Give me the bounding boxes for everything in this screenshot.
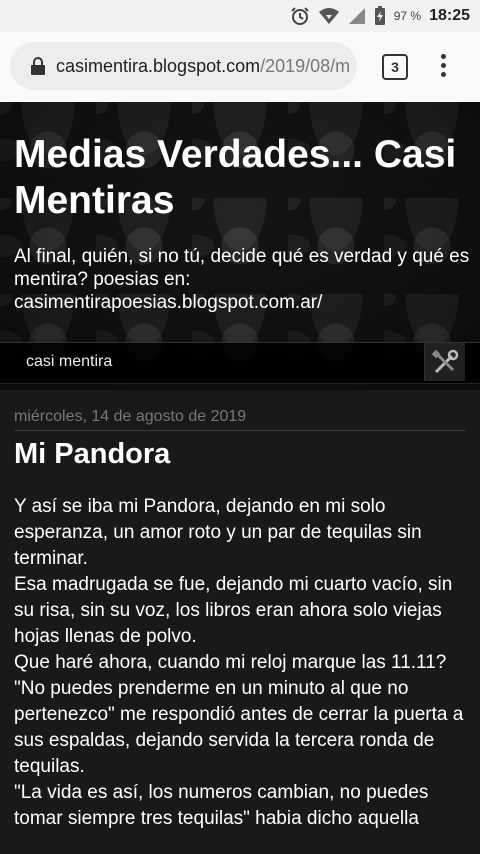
clock: 18:25: [429, 7, 470, 24]
post-paragraph: "No puedes prenderme en un minuto al que…: [14, 678, 464, 777]
signal-icon: [348, 8, 365, 24]
battery-charging-icon: [374, 6, 385, 25]
browser-toolbar: casimentira.blogspot.com/2019/08/m 3: [0, 32, 480, 102]
post-date: miércoles, 14 de agosto de 2019: [14, 408, 247, 425]
post-body: Y así se iba mi Pandora, dejando en mi s…: [14, 494, 470, 832]
date-divider: [14, 430, 466, 431]
wrench-screwdriver-icon[interactable]: [424, 343, 465, 381]
battery-percent: 97 %: [393, 9, 422, 23]
post-paragraph: Esa madrugada se fue, dejando mi cuarto …: [14, 574, 453, 647]
blog-nav: casi mentira: [0, 342, 480, 384]
blog-post: miércoles, 14 de agosto de 2019 Mi Pando…: [0, 390, 480, 854]
blog-description: Al final, quién, si no tú, decide qué es…: [14, 246, 470, 313]
post-paragraph: Que haré ahora, cuando mi reloj marque l…: [14, 652, 447, 673]
address-bar[interactable]: casimentira.blogspot.com/2019/08/m: [10, 42, 357, 90]
nav-item-casi-mentira[interactable]: casi mentira: [26, 353, 112, 371]
blog-header: Medias Verdades... Casi Mentiras Al fina…: [0, 102, 480, 390]
status-bar: 97 % 18:25: [0, 0, 480, 32]
url-host: casimentira.blogspot.com: [56, 55, 261, 76]
overflow-menu-icon[interactable]: [436, 54, 450, 80]
post-title[interactable]: Mi Pandora: [14, 438, 170, 471]
lock-icon: [30, 56, 46, 76]
post-paragraph: "La vida es así, los numeros cambian, no…: [14, 782, 429, 829]
url-text: casimentira.blogspot.com/2019/08/m: [56, 56, 350, 77]
blog-title[interactable]: Medias Verdades... Casi Mentiras: [14, 132, 474, 224]
wifi-icon: [318, 8, 339, 24]
tab-switcher-button[interactable]: 3: [382, 54, 408, 80]
alarm-icon: [291, 7, 309, 25]
post-paragraph: Y así se iba mi Pandora, dejando en mi s…: [14, 496, 422, 569]
url-path: /2019/08/m: [260, 55, 351, 76]
